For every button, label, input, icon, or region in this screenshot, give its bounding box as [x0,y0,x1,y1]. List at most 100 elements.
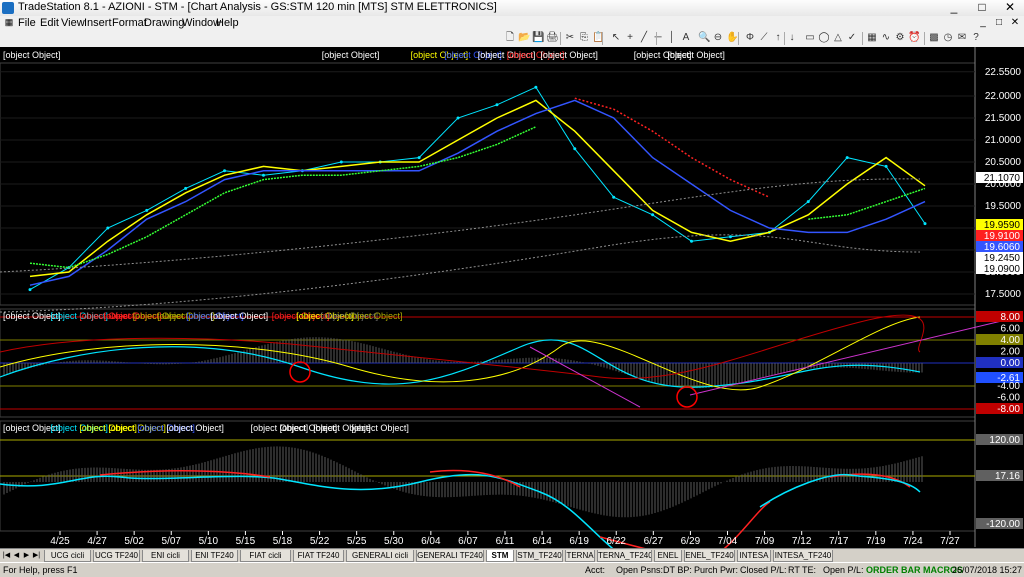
tab-first-icon[interactable]: |◀ [2,550,11,562]
tab-fiat-cicli[interactable]: FIAT cicli [240,550,291,562]
menu-bar: ▦ File Edit View Insert Format Drawing W… [0,16,1024,30]
zoom-out-icon[interactable]: ⊖ [712,32,724,44]
doc-minimize-button[interactable]: _ [976,16,990,30]
x-axis-date-label: 6/04 [421,536,441,547]
cursor-icon[interactable]: ↖ [610,32,622,44]
tab-stm[interactable]: STM [486,550,514,562]
strategy-icon[interactable]: ⚙ [894,32,906,44]
toolbar-separator [656,32,657,45]
menu-drawing[interactable]: Drawing [144,17,184,29]
workspace-tabs: |◀ ◀ ▶ ▶| UCG cicli UCG TF240 ENI cicli ENI… [0,548,1024,563]
fib-icon[interactable]: Φ [744,32,756,44]
close-button[interactable]: ✕ [996,0,1024,16]
arrow-up-icon[interactable]: ↑ [772,32,784,44]
x-axis-date-label: 6/07 [458,536,478,547]
x-axis-date-label: 4/25 [50,536,70,547]
new-icon[interactable]: 🗋 [504,32,516,44]
menu-edit[interactable]: Edit [40,17,59,29]
close-point [651,213,655,217]
tab-stm-tf240[interactable]: STM_TF240 [516,550,563,562]
toolbar-separator [784,32,785,45]
triangle-icon[interactable]: △ [832,32,844,44]
order-bar-macros-button[interactable]: ORDER BAR MACROS [866,565,963,575]
cut-icon[interactable]: ✂ [564,32,576,44]
tab-enel[interactable]: ENEL [654,550,682,562]
check-icon[interactable]: ✓ [846,32,858,44]
chart-icon[interactable]: ▦ [866,32,878,44]
close-point [456,116,460,120]
tab-ucg-cicli[interactable]: UCG cicli [44,550,91,562]
tab-last-icon[interactable]: ▶| [32,550,41,562]
menu-insert[interactable]: Insert [84,17,112,29]
tab-terna-tf240[interactable]: TERNA_TF240 [597,550,652,562]
x-axis-date-label: 7/27 [940,536,960,547]
price-header-item: [object Object] [3,50,61,60]
macd-header-item: [object Object] [345,311,403,321]
macd-axis-label: 2.00 [1001,347,1021,358]
close-point [806,200,810,204]
tab-intesa-tf240[interactable]: INTESA_TF240 [773,550,833,562]
pan-icon[interactable]: ✋ [726,32,738,44]
crosshair-icon[interactable]: + [624,32,636,44]
toolbar-separator [560,32,561,45]
x-axis-date-label: 5/02 [124,536,144,547]
close-point [534,85,538,89]
grid-icon[interactable]: ▩ [928,32,940,44]
datetime-status: 26/07/2018 15:27 [952,565,1023,575]
macd-header-item: [object Object] [211,311,269,321]
horizontal-line-icon[interactable]: ─ [652,32,664,44]
text-icon[interactable]: A [680,32,692,44]
ellipse-icon[interactable]: ◯ [818,32,830,44]
indicator-icon[interactable]: ∿ [880,32,892,44]
tab-intesa[interactable]: INTESA [737,550,771,562]
x-axis-date-label: 5/18 [273,536,293,547]
menu-file[interactable]: File [18,17,36,29]
tab-generali-tf240[interactable]: GENERALI TF240 [416,550,484,562]
tab-prev-icon[interactable]: ◀ [12,550,21,562]
tab-generali-cicli[interactable]: GENERALI cicli [346,550,414,562]
close-point [417,156,421,160]
x-axis-date-label: 6/22 [607,536,627,547]
help-icon[interactable]: ? [970,32,982,44]
close-point [223,169,227,173]
tab-next-icon[interactable]: ▶ [22,550,31,562]
gann-icon[interactable]: ⟋ [758,32,770,44]
toolbar-separator [862,32,863,45]
menu-help[interactable]: Help [216,17,239,29]
tab-fiat-tf240[interactable]: FIAT TF240 [293,550,344,562]
rectangle-icon[interactable]: ▭ [804,32,816,44]
close-point [573,147,577,151]
minimize-button[interactable]: _ [940,0,968,16]
cci-axis-label: 120.00 [989,435,1020,446]
zoom-in-icon[interactable]: 🔍 [698,32,710,44]
arrow-down-icon[interactable]: ↓ [786,32,798,44]
acct-status: Acct: [585,565,606,575]
price-axis-label: 17.5000 [985,289,1022,300]
copy-icon[interactable]: ⎘ [578,32,590,44]
doc-close-button[interactable]: ✕ [1008,16,1022,30]
tab-eni-cicli[interactable]: ENI cicli [142,550,189,562]
close-point [845,156,849,160]
tab-terna[interactable]: TERNA [565,550,595,562]
maximize-button[interactable]: □ [968,0,996,16]
doc-restore-button[interactable]: □ [992,16,1006,30]
print-icon[interactable]: 🖨 [546,32,559,44]
tab-eni-tf240[interactable]: ENI TF240 [191,550,238,562]
alert-icon[interactable]: ⏰ [908,32,920,44]
macd-axis-label: 6.00 [1001,324,1021,335]
open-icon[interactable]: 📂 [518,32,530,44]
vertical-line-icon[interactable]: │ [666,32,678,44]
save-icon[interactable]: 💾 [532,32,544,44]
chart-doc-icon[interactable]: ▦ [2,16,16,30]
tab-ucg-tf240[interactable]: UCG TF240 [93,550,140,562]
chat-icon[interactable]: ✉ [956,32,968,44]
tab-enel-tf240[interactable]: ENEL_TF240 [684,550,735,562]
menu-format[interactable]: Format [112,17,147,29]
x-axis-date-label: 6/11 [496,536,515,547]
timer-icon[interactable]: ◷ [942,32,954,44]
close-point [145,208,149,212]
menu-view[interactable]: View [61,17,85,29]
trendline-icon[interactable]: ╱ [638,32,650,44]
macd-axis-label: 4.00 [1001,335,1021,346]
chart-canvas[interactable]: 22.550022.000021.500021.000020.500020.00… [0,47,1024,548]
